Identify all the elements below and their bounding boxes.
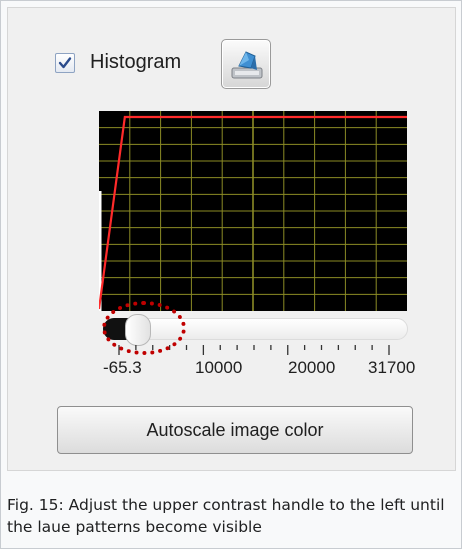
histogram-checkbox[interactable] [55,53,75,73]
blue-gem-pen-icon [231,51,263,79]
checkmark-icon [58,57,72,69]
histogram-settings-button[interactable] [221,39,271,89]
histogram-label: Histogram [90,51,182,73]
histogram-plot [99,111,407,311]
tick-label-10000: 10000 [195,358,243,377]
tick-label-max: 31700 [368,358,416,377]
highlight-circle [102,301,186,355]
tick-label-20000: 20000 [288,358,336,377]
autoscale-image-color-button[interactable]: Autoscale image color [57,406,413,454]
figure-frame: Histogram -65.3 10000 20000 31700 Autosc… [0,0,462,549]
figure-caption: Fig. 15: Adjust the upper contrast handl… [7,496,445,536]
tick-label-min: -65.3 [103,358,142,377]
